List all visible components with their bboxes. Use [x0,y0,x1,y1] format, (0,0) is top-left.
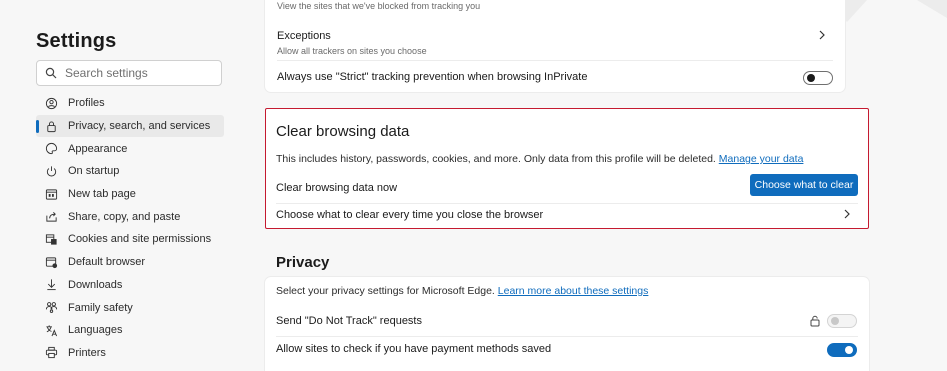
profile-icon [44,96,58,110]
browser-icon [44,255,58,269]
learn-more-link[interactable]: Learn more about these settings [498,285,649,297]
privacy-card: Select your privacy settings for Microso… [265,277,869,371]
search-input[interactable] [65,66,221,80]
sidebar-item-new-tab-page[interactable]: New tab page [36,183,224,206]
divider [276,203,858,204]
clear-on-close-label[interactable]: Choose what to clear every time you clos… [276,209,543,221]
manage-data-link[interactable]: Manage your data [719,153,804,165]
sidebar-item-cookies[interactable]: Cookies and site permissions [36,228,224,251]
clear-browsing-description-text: This includes history, passwords, cookie… [276,153,716,165]
power-icon [44,164,58,178]
lock-icon [44,119,58,133]
sidebar-item-label: Privacy, search, and services [68,120,211,133]
toggle-knob [807,74,815,82]
choose-what-to-clear-button[interactable]: Choose what to clear [750,174,858,196]
settings-nav: Profiles Privacy, search, and services A… [36,92,224,364]
clear-browsing-description: This includes history, passwords, cookie… [276,153,803,165]
sidebar-item-label: Cookies and site permissions [68,233,212,246]
do-not-track-toggle[interactable] [827,314,857,328]
appearance-icon [44,142,58,156]
sidebar-item-label: New tab page [68,188,136,201]
payment-methods-toggle[interactable] [827,343,857,357]
exceptions-label[interactable]: Exceptions [277,30,331,42]
sidebar-item-label: On startup [68,165,120,178]
toggle-knob [845,346,853,354]
clear-now-label: Clear browsing data now [276,182,398,194]
family-icon [44,301,58,315]
sidebar-item-label: Share, copy, and paste [68,210,181,223]
privacy-description: Select your privacy settings for Microso… [276,285,648,297]
sidebar-item-label: Languages [68,324,123,337]
sidebar-item-downloads[interactable]: Downloads [36,274,224,297]
privacy-heading: Privacy [276,254,330,271]
sidebar-item-languages[interactable]: Languages [36,319,224,342]
clear-browsing-card: Clear browsing data This includes histor… [265,108,869,229]
managed-lock-icon [809,314,821,332]
sidebar-item-appearance[interactable]: Appearance [36,137,224,160]
privacy-description-text: Select your privacy settings for Microso… [276,285,495,297]
sidebar-item-label: Family safety [68,301,133,314]
new-tab-icon [44,187,58,201]
sidebar-item-label: Downloads [68,278,123,291]
settings-sidebar: Settings Profiles Privacy, search, and s… [0,0,245,371]
tracking-prevention-card: View the sites that we've blocked from t… [265,0,845,92]
do-not-track-label: Send "Do Not Track" requests [276,315,422,327]
share-icon [44,210,58,224]
sidebar-item-label: Profiles [68,97,105,110]
sidebar-item-default-browser[interactable]: Default browser [36,251,224,274]
sidebar-item-on-startup[interactable]: On startup [36,160,224,183]
chevron-right-icon[interactable] [842,207,852,225]
chevron-right-icon[interactable] [817,28,827,46]
divider [276,336,858,337]
sidebar-item-share-copy-paste[interactable]: Share, copy, and paste [36,205,224,228]
strict-inprivate-toggle[interactable] [803,71,833,85]
cookies-icon [44,232,58,246]
payment-methods-label: Allow sites to check if you have payment… [276,343,552,355]
sidebar-item-family-safety[interactable]: Family safety [36,296,224,319]
search-box[interactable] [36,60,222,86]
blocked-trackers-subtext: View the sites that we've blocked from t… [277,1,481,11]
divider [277,60,833,61]
settings-title: Settings [36,30,117,52]
sidebar-item-privacy[interactable]: Privacy, search, and services [36,114,224,138]
sidebar-item-label: Default browser [68,256,146,269]
strict-inprivate-label: Always use "Strict" tracking prevention … [277,71,588,83]
language-icon [44,323,58,337]
printer-icon [44,346,58,360]
sidebar-item-label: Printers [68,346,106,359]
download-icon [44,278,58,292]
toggle-knob [831,317,839,325]
sidebar-item-profiles[interactable]: Profiles [36,92,224,115]
exceptions-subtext: Allow all trackers on sites you choose [277,46,427,56]
sidebar-item-printers[interactable]: Printers [36,342,224,365]
search-icon [37,67,65,79]
sidebar-item-label: Appearance [68,142,128,155]
clear-browsing-title: Clear browsing data [276,123,410,140]
